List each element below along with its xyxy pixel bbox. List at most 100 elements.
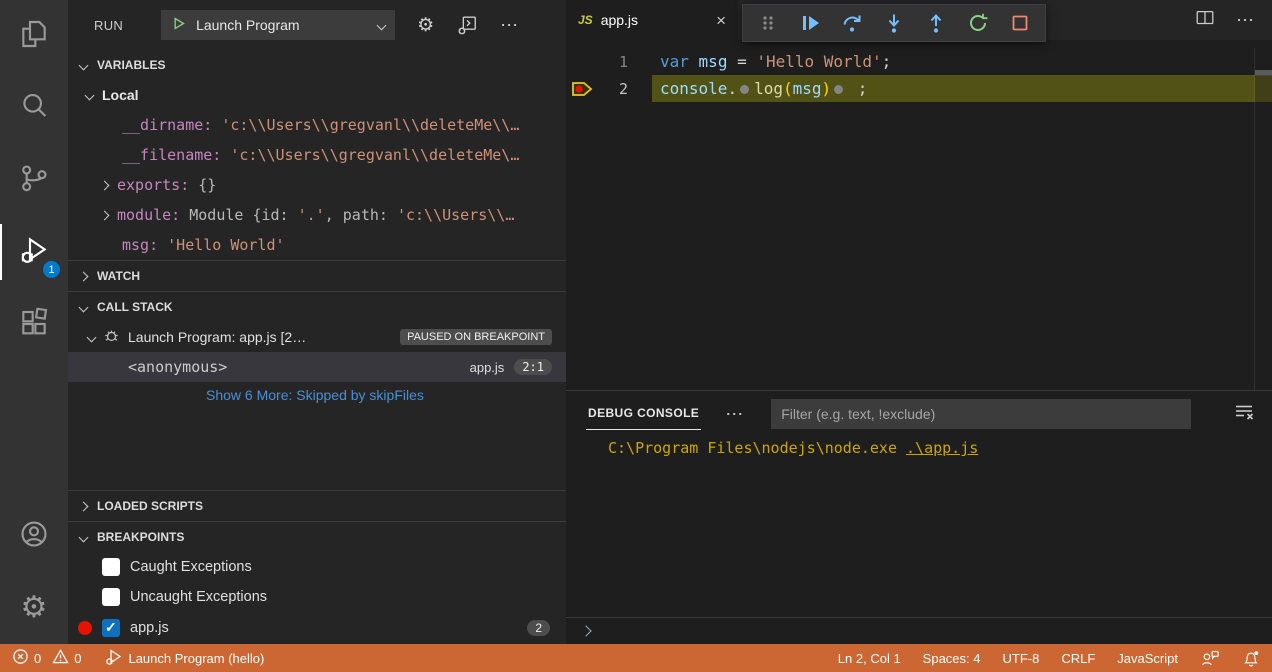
configure-launch-icon[interactable]: ⚙ bbox=[417, 16, 434, 35]
bug-icon bbox=[103, 327, 120, 347]
activity-explorer[interactable] bbox=[0, 0, 68, 72]
restart-icon[interactable] bbox=[961, 8, 995, 38]
run-panel-header: RUN Launch Program ⚙ ⋯ bbox=[68, 0, 566, 50]
console-input-row[interactable] bbox=[566, 617, 1272, 644]
variable-row-exports[interactable]: exports: {} bbox=[68, 170, 566, 200]
variable-value: 'Hello World' bbox=[167, 236, 284, 254]
loaded-scripts-title: LOADED SCRIPTS bbox=[97, 499, 203, 513]
clear-console-icon[interactable] bbox=[1232, 400, 1256, 429]
breakpoint-current-icon[interactable] bbox=[566, 81, 598, 97]
tab-label: app.js bbox=[601, 12, 716, 28]
breakpoints-section-header[interactable]: BREAKPOINTS bbox=[68, 522, 566, 552]
feedback-icon[interactable] bbox=[1200, 649, 1219, 668]
indentation-setting[interactable]: Spaces: 4 bbox=[923, 651, 981, 666]
show-more-label: Show 6 More: Skipped by skipFiles bbox=[206, 387, 424, 403]
overview-ruler-marker bbox=[1255, 75, 1272, 102]
frame-position-badge: 2:1 bbox=[514, 359, 552, 375]
tab-debug-console[interactable]: DEBUG CONSOLE bbox=[586, 398, 701, 430]
breakpoint-dot-icon bbox=[78, 621, 92, 635]
breakpoint-appjs-row[interactable]: app.js 2 bbox=[68, 612, 566, 644]
activity-accounts[interactable] bbox=[0, 500, 68, 572]
console-filter-input[interactable] bbox=[771, 399, 1191, 429]
variable-row-msg[interactable]: msg: 'Hello World' bbox=[68, 230, 566, 260]
chevron-right-icon bbox=[79, 271, 89, 281]
scope-local-row[interactable]: Local bbox=[68, 80, 566, 110]
checkbox-checked[interactable] bbox=[102, 619, 120, 637]
code-line-1[interactable]: 1 var msg = 'Hello World'; bbox=[566, 48, 1272, 75]
breakpoints-title: BREAKPOINTS bbox=[97, 530, 184, 544]
call-stack-section-header[interactable]: CALL STACK bbox=[68, 292, 566, 322]
continue-icon[interactable] bbox=[793, 8, 827, 38]
debug-status[interactable]: Launch Program (hello) bbox=[105, 648, 264, 669]
eol-setting[interactable]: CRLF bbox=[1061, 651, 1095, 666]
search-icon bbox=[18, 90, 50, 127]
stop-icon[interactable] bbox=[1003, 8, 1037, 38]
notifications-bell-icon[interactable] bbox=[1241, 649, 1260, 668]
debug-console-icon[interactable] bbox=[456, 14, 478, 36]
breakpoint-uncaught-exceptions[interactable]: Uncaught Exceptions bbox=[68, 582, 566, 612]
code-text: console.log(msg) ; bbox=[628, 79, 867, 98]
line-number: 2 bbox=[598, 80, 628, 98]
activity-run-debug[interactable]: 1 bbox=[0, 216, 68, 288]
chevron-right-icon bbox=[100, 180, 110, 190]
breakpoint-caught-exceptions[interactable]: Caught Exceptions bbox=[68, 552, 566, 582]
variable-row-dirname[interactable]: __dirname: 'c:\\Users\\gregvanl\\deleteM… bbox=[68, 110, 566, 140]
launch-config-dropdown[interactable]: Launch Program bbox=[161, 10, 395, 40]
variable-row-module[interactable]: module: Module {id: '.', path: 'c:\\User… bbox=[68, 200, 566, 230]
variable-row-filename[interactable]: __filename: 'c:\\Users\\gregvanl\\delete… bbox=[68, 140, 566, 170]
chevron-right-icon bbox=[79, 501, 89, 511]
activity-search[interactable] bbox=[0, 72, 68, 144]
console-output-link[interactable]: .\app.js bbox=[906, 439, 978, 457]
activity-extensions[interactable] bbox=[0, 288, 68, 360]
breakpoint-label: app.js bbox=[130, 620, 169, 636]
more-actions-icon[interactable]: ⋯ bbox=[725, 404, 745, 425]
activity-spacer bbox=[0, 360, 68, 500]
code-editor[interactable]: 1 var msg = 'Hello World'; 2 console.log… bbox=[566, 40, 1272, 390]
variable-value: 'c:\\Users\\gregvanl\\deleteMe\\… bbox=[221, 116, 519, 134]
run-panel-title: RUN bbox=[94, 18, 123, 33]
variables-section-header[interactable]: VARIABLES bbox=[68, 50, 566, 80]
activity-source-control[interactable] bbox=[0, 144, 68, 216]
problems-indicator[interactable]: 0 0 bbox=[12, 648, 81, 668]
variable-name: __filename: bbox=[122, 146, 221, 164]
source-control-icon bbox=[18, 162, 50, 199]
close-icon[interactable]: × bbox=[716, 12, 726, 29]
toolbar-drag-handle[interactable] bbox=[751, 8, 785, 38]
stack-frame-row[interactable]: <anonymous> app.js 2:1 bbox=[68, 352, 566, 382]
loaded-scripts-section-header[interactable]: LOADED SCRIPTS bbox=[68, 491, 566, 521]
variable-value: {} bbox=[198, 176, 216, 194]
language-mode[interactable]: JavaScript bbox=[1117, 651, 1178, 666]
more-actions-icon[interactable]: ⋯ bbox=[1236, 10, 1256, 31]
warning-count: 0 bbox=[74, 651, 81, 666]
split-editor-icon[interactable] bbox=[1194, 7, 1216, 34]
checkbox-unchecked[interactable] bbox=[102, 588, 120, 606]
show-more-frames-link[interactable]: Show 6 More: Skipped by skipFiles bbox=[68, 382, 566, 408]
encoding-setting[interactable]: UTF-8 bbox=[1003, 651, 1040, 666]
extensions-icon bbox=[18, 306, 50, 343]
scope-label: Local bbox=[102, 87, 139, 103]
watch-section-header[interactable]: WATCH bbox=[68, 261, 566, 291]
step-over-icon[interactable] bbox=[835, 8, 869, 38]
checkbox-unchecked[interactable] bbox=[102, 558, 120, 576]
step-out-icon[interactable] bbox=[919, 8, 953, 38]
variables-title: VARIABLES bbox=[97, 58, 165, 72]
step-into-icon[interactable] bbox=[877, 8, 911, 38]
call-stack-title: CALL STACK bbox=[97, 300, 173, 314]
panel-header: DEBUG CONSOLE ⋯ bbox=[566, 391, 1272, 437]
debug-count-badge: 1 bbox=[43, 261, 60, 278]
editor-scrollbar[interactable] bbox=[1254, 48, 1272, 390]
activity-settings[interactable]: ⚙ bbox=[0, 572, 68, 644]
debug-session-row[interactable]: Launch Program: app.js [2… PAUSED ON BRE… bbox=[68, 322, 566, 352]
variable-name: msg: bbox=[122, 236, 158, 254]
code-line-2[interactable]: 2 console.log(msg) ; bbox=[566, 75, 1272, 102]
gear-icon: ⚙ bbox=[21, 593, 48, 623]
launch-config-label: Launch Program bbox=[196, 17, 378, 33]
tab-appjs[interactable]: JS app.js × bbox=[566, 0, 738, 40]
cursor-position[interactable]: Ln 2, Col 1 bbox=[838, 651, 901, 666]
breakpoint-count-badge: 2 bbox=[527, 620, 550, 636]
more-actions-icon[interactable]: ⋯ bbox=[500, 15, 520, 36]
variable-value: 'c:\\Users\\gregvanl\\deleteMe\… bbox=[230, 146, 519, 164]
status-bar: 0 0 Launch Program (hello) Ln 2, Col 1 S… bbox=[0, 644, 1272, 672]
status-right: Ln 2, Col 1 Spaces: 4 UTF-8 CRLF JavaScr… bbox=[838, 649, 1260, 668]
variable-name: __dirname: bbox=[122, 116, 212, 134]
